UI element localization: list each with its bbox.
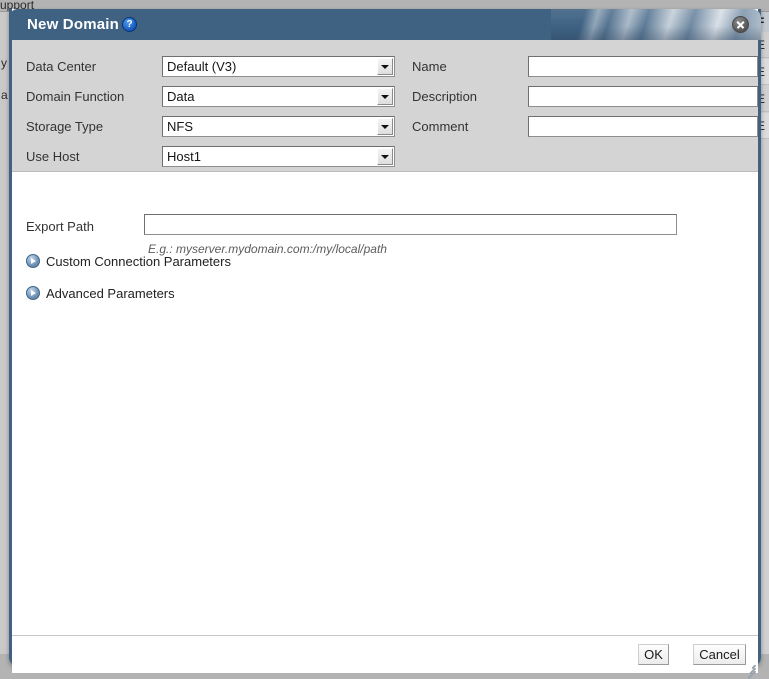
label-data-center: Data Center [26, 59, 97, 74]
dialog-title: New Domain [27, 16, 120, 33]
chevron-down-icon[interactable] [377, 58, 393, 75]
dialog-titlebar: New Domain ? [9, 9, 761, 40]
select-domain-function-value: Data [167, 89, 195, 104]
select-data-center[interactable]: Default (V3) [162, 56, 395, 77]
select-storage-type-value: NFS [167, 119, 193, 134]
label-description: Description [412, 89, 478, 104]
dialog-top-form-panel: Data Center Default (V3) Domain Function… [12, 40, 758, 172]
comment-input[interactable] [528, 116, 758, 137]
expander-advanced-parameters-label: Advanced Parameters [46, 286, 175, 301]
chevron-right-icon [26, 254, 40, 268]
titlebar-shade-decoration [551, 9, 761, 40]
select-data-center-value: Default (V3) [167, 59, 237, 74]
label-comment: Comment [412, 119, 469, 134]
field-row-domain-function: Domain Function Data [26, 86, 396, 107]
titlebar-gloss-decoration [551, 9, 761, 40]
field-row-name: Name [412, 56, 758, 77]
cancel-button[interactable]: Cancel [693, 644, 746, 665]
chevron-down-icon[interactable] [377, 148, 393, 165]
export-path-input[interactable] [144, 214, 677, 235]
expander-custom-connection-parameters-label: Custom Connection Parameters [46, 254, 231, 269]
label-domain-function: Domain Function [26, 89, 125, 104]
chevron-down-icon[interactable] [377, 88, 393, 105]
help-icon[interactable]: ? [122, 17, 137, 32]
select-domain-function[interactable]: Data [162, 86, 395, 107]
resize-grip[interactable] [743, 659, 756, 679]
background-left-letter: y [1, 56, 7, 70]
field-row-data-center: Data Center Default (V3) [26, 56, 396, 77]
field-row-storage-type: Storage Type NFS [26, 116, 396, 137]
name-input[interactable] [528, 56, 758, 77]
field-row-use-host: Use Host Host1 [26, 146, 396, 167]
expander-advanced-parameters[interactable]: Advanced Parameters [26, 286, 175, 304]
field-row-comment: Comment [412, 116, 758, 137]
dialog-footer: OK Cancel [12, 635, 758, 679]
select-use-host-value: Host1 [167, 149, 201, 164]
ok-button[interactable]: OK [638, 644, 669, 665]
background-left-letter: a [1, 88, 8, 102]
new-domain-dialog: New Domain ? Data Center Default (V3) Do… [9, 9, 761, 679]
chevron-down-icon[interactable] [377, 118, 393, 135]
label-export-path: Export Path [26, 219, 94, 234]
label-name: Name [412, 59, 447, 74]
label-storage-type: Storage Type [26, 119, 104, 134]
select-storage-type[interactable]: NFS [162, 116, 395, 137]
description-input[interactable] [528, 86, 758, 107]
label-use-host: Use Host [26, 149, 80, 164]
chevron-right-icon [26, 286, 40, 300]
close-icon[interactable] [732, 16, 749, 33]
expander-custom-connection-parameters[interactable]: Custom Connection Parameters [26, 254, 231, 272]
field-row-description: Description [412, 86, 758, 107]
select-use-host[interactable]: Host1 [162, 146, 395, 167]
dialog-body: Export Path E.g.: myserver.mydomain.com:… [12, 172, 758, 635]
